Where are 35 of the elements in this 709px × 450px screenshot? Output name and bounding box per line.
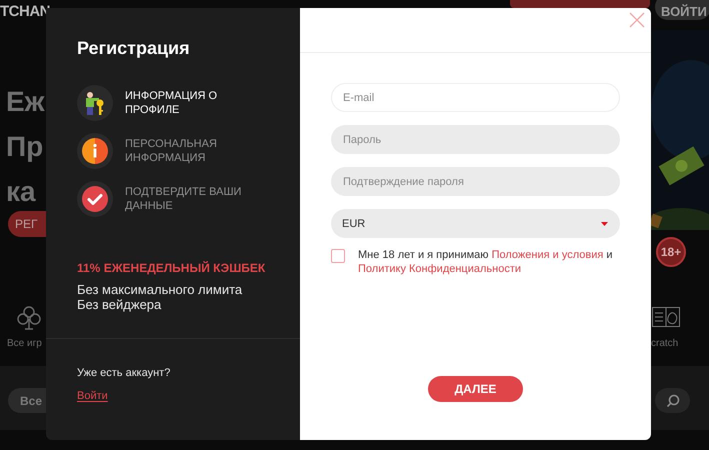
hero-heading: Пр: [6, 130, 44, 164]
account-prompt: Уже есть аккаунт?: [77, 367, 170, 379]
checkmark-icon: [77, 181, 113, 217]
login-button[interactable]: ВОЙТИ: [655, 0, 709, 20]
currency-select[interactable]: EUR: [331, 209, 620, 238]
consent-text: Мне 18 лет и я принимаю Положения и условия и Политику Конфиденциальности: [358, 248, 614, 276]
club-icon[interactable]: [17, 305, 41, 331]
step-label: ИНФОРМАЦИЯ О ПРОФИЛЕ: [125, 89, 218, 117]
terms-link[interactable]: Политику Конфиденциальности: [358, 263, 522, 275]
category-label[interactable]: cratch: [651, 338, 678, 349]
scratch-card-icon[interactable]: [652, 307, 680, 327]
next-button[interactable]: ДАЛЕЕ: [428, 376, 523, 402]
promo-line: Без вейджера: [77, 297, 162, 312]
category-label[interactable]: Все игр: [7, 338, 42, 349]
password-field[interactable]: Подтверждение пароля: [331, 167, 620, 196]
info-icon: [77, 133, 113, 169]
modal-title: Регистрация: [77, 38, 191, 59]
email-field[interactable]: E-mail: [331, 83, 620, 112]
filter-pill[interactable]: Все: [8, 388, 46, 413]
terms-link[interactable]: Положения и условия: [492, 249, 604, 261]
hero-heading: Еж: [6, 85, 45, 119]
hero-heading: ка: [6, 175, 36, 209]
profile-key-icon: [77, 85, 113, 121]
close-icon[interactable]: [629, 12, 645, 28]
caret-icon: [601, 222, 608, 226]
consent-checkbox[interactable]: [331, 249, 345, 263]
promo-headline: 11% ЕЖЕНЕДЕЛЬНЫЙ КЭШБЕК: [77, 261, 266, 275]
password-field[interactable]: Пароль: [331, 125, 620, 154]
step-label: ПОДТВЕРДИТЕ ВАШИ ДАННЫЕ: [125, 185, 242, 213]
promo-line: Без максимального лимита: [77, 282, 242, 297]
step-label: ПЕРСОНАЛЬНАЯ ИНФОРМАЦИЯ: [125, 137, 218, 165]
search-icon: [666, 394, 680, 408]
login-link[interactable]: Войти: [77, 390, 108, 402]
age-badge: 18+: [656, 237, 686, 267]
hero-button[interactable]: РЕГ: [8, 211, 46, 237]
